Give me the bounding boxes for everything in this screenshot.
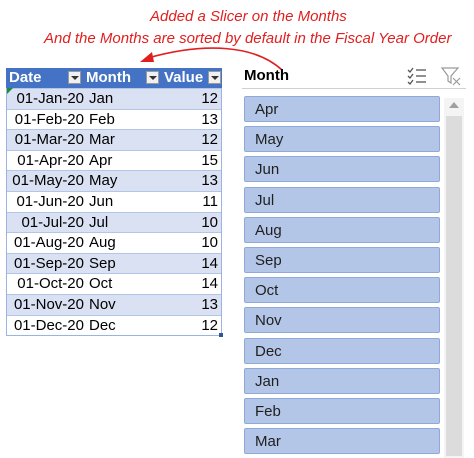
slicer-item-may[interactable]: May bbox=[244, 126, 440, 153]
date-cell[interactable]: 01-Jan-20 bbox=[7, 89, 87, 109]
header-date: Date bbox=[6, 68, 84, 88]
table-row[interactable]: 01-Jun-20 Jun 11 bbox=[7, 190, 221, 212]
scrollbar-thumb[interactable] bbox=[446, 116, 462, 456]
slicer-item-nov[interactable]: Nov bbox=[244, 307, 440, 334]
slicer-item-jan[interactable]: Jan bbox=[244, 367, 440, 394]
value-cell[interactable]: 15 bbox=[163, 151, 221, 171]
table-row[interactable]: 01-Nov-20 Nov 13 bbox=[7, 293, 221, 315]
value-cell[interactable]: 12 bbox=[163, 316, 221, 336]
month-cell[interactable]: Aug bbox=[87, 233, 163, 253]
month-slicer[interactable]: Month Apr May Jun Jul Aug Sep Oct Nov De… bbox=[240, 60, 474, 458]
table-row[interactable]: 01-Dec-20 Dec 12 bbox=[7, 314, 221, 336]
slicer-item-mar[interactable]: Mar bbox=[244, 428, 440, 455]
table-header: Date Month Value bbox=[6, 68, 222, 88]
date-cell[interactable]: 01-Mar-20 bbox=[7, 130, 87, 150]
value-cell[interactable]: 12 bbox=[163, 89, 221, 109]
date-cell[interactable]: 01-Oct-20 bbox=[7, 274, 87, 294]
error-indicator-icon bbox=[7, 88, 13, 94]
date-cell[interactable]: 01-Dec-20 bbox=[7, 316, 87, 336]
month-cell[interactable]: Jul bbox=[87, 213, 163, 233]
multi-select-icon[interactable] bbox=[406, 66, 428, 86]
month-cell[interactable]: Jun bbox=[87, 192, 163, 212]
month-cell[interactable]: Dec bbox=[87, 316, 163, 336]
clear-filter-icon[interactable] bbox=[440, 66, 462, 86]
date-cell[interactable]: 01-Apr-20 bbox=[7, 151, 87, 171]
month-cell[interactable]: Mar bbox=[87, 130, 163, 150]
header-month-label: Month bbox=[86, 69, 131, 86]
header-date-label: Date bbox=[9, 69, 42, 86]
slicer-item-apr[interactable]: Apr bbox=[244, 96, 440, 122]
table-row[interactable]: 01-Jan-20 Jan 12 bbox=[7, 88, 221, 109]
month-cell[interactable]: Sep bbox=[87, 254, 163, 274]
date-cell[interactable]: 01-Feb-20 bbox=[7, 110, 87, 130]
value-cell[interactable]: 13 bbox=[163, 295, 221, 315]
month-cell[interactable]: Jan bbox=[87, 89, 163, 109]
date-cell[interactable]: 01-Jun-20 bbox=[7, 192, 87, 212]
date-cell[interactable]: 01-Aug-20 bbox=[7, 233, 87, 253]
table-row[interactable]: 01-Mar-20 Mar 12 bbox=[7, 129, 221, 150]
header-value-label: Value bbox=[164, 69, 204, 86]
table-row[interactable]: 01-Sep-20 Sep 14 bbox=[7, 252, 221, 274]
table-row[interactable]: 01-Aug-20 Aug 10 bbox=[7, 232, 221, 253]
month-cell[interactable]: May bbox=[87, 171, 163, 191]
value-filter-dropdown-icon[interactable] bbox=[208, 71, 221, 84]
value-cell[interactable]: 14 bbox=[163, 254, 221, 274]
table-row[interactable]: 01-Feb-20 Feb 13 bbox=[7, 108, 221, 130]
table-row[interactable]: 01-Oct-20 Oct 14 bbox=[7, 273, 221, 294]
slicer-title: Month bbox=[244, 67, 289, 84]
value-cell[interactable]: 12 bbox=[163, 130, 221, 150]
value-cell[interactable]: 14 bbox=[163, 274, 221, 294]
value-cell[interactable]: 13 bbox=[163, 171, 221, 191]
slicer-item-dec[interactable]: Dec bbox=[244, 337, 440, 364]
value-cell[interactable]: 13 bbox=[163, 110, 221, 130]
date-cell[interactable]: 01-Sep-20 bbox=[7, 254, 87, 274]
annotation-line-1: Added a Slicer on the Months bbox=[150, 8, 347, 25]
slicer-item-sep[interactable]: Sep bbox=[244, 246, 440, 273]
header-value: Value bbox=[160, 68, 222, 88]
value-cell[interactable]: 10 bbox=[163, 213, 221, 233]
header-month: Month bbox=[84, 68, 160, 88]
slicer-item-aug[interactable]: Aug bbox=[244, 216, 440, 243]
month-filter-dropdown-icon[interactable] bbox=[146, 71, 159, 84]
slicer-item-jun[interactable]: Jun bbox=[244, 156, 440, 183]
table-body: 01-Jan-20 Jan 12 01-Feb-20 Feb 13 01-Mar… bbox=[6, 88, 223, 338]
table-resize-handle[interactable] bbox=[219, 333, 223, 338]
month-cell[interactable]: Nov bbox=[87, 295, 163, 315]
month-cell[interactable]: Oct bbox=[87, 274, 163, 294]
value-cell[interactable]: 10 bbox=[163, 233, 221, 253]
slicer-scrollbar[interactable] bbox=[444, 98, 464, 458]
table-row[interactable]: 01-May-20 May 13 bbox=[7, 170, 221, 191]
table-row[interactable]: 01-Jul-20 Jul 10 bbox=[7, 211, 221, 233]
annotation-line-2: And the Months are sorted by default in … bbox=[44, 30, 452, 47]
slicer-divider bbox=[242, 88, 466, 89]
month-cell[interactable]: Feb bbox=[87, 110, 163, 130]
data-table: Date Month Value 01-Jan-20 Jan 12 01-Feb… bbox=[6, 68, 223, 338]
date-cell[interactable]: 01-Nov-20 bbox=[7, 295, 87, 315]
slicer-item-list: Apr May Jun Jul Aug Sep Oct Nov Dec Jan … bbox=[244, 96, 440, 458]
scroll-up-arrow-icon[interactable] bbox=[449, 102, 459, 108]
slicer-item-oct[interactable]: Oct bbox=[244, 277, 440, 304]
date-filter-dropdown-icon[interactable] bbox=[68, 71, 81, 84]
table-row[interactable]: 01-Apr-20 Apr 15 bbox=[7, 149, 221, 171]
value-cell[interactable]: 11 bbox=[163, 192, 221, 212]
slicer-item-feb[interactable]: Feb bbox=[244, 397, 440, 424]
slicer-item-jul[interactable]: Jul bbox=[244, 186, 440, 213]
date-cell[interactable]: 01-Jul-20 bbox=[7, 213, 87, 233]
month-cell[interactable]: Apr bbox=[87, 151, 163, 171]
date-cell[interactable]: 01-May-20 bbox=[7, 171, 87, 191]
